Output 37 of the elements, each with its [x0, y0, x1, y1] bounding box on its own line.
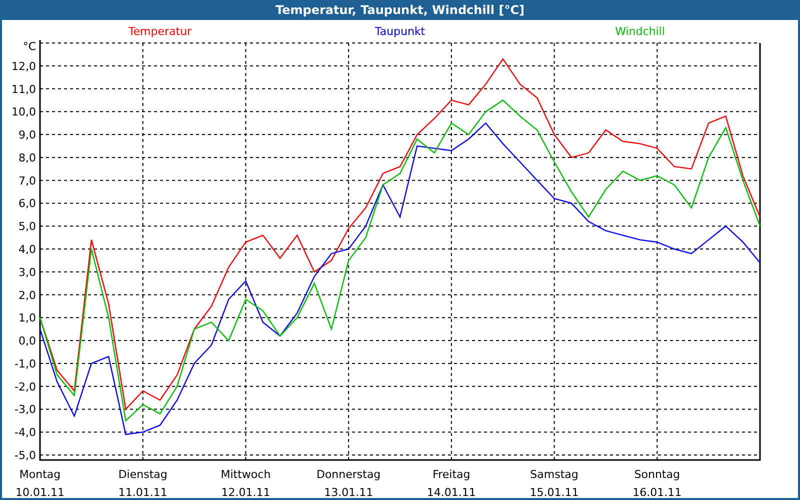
y-tick-label: 4,0	[18, 243, 36, 256]
x-tick-label: Donnerstag	[316, 468, 381, 481]
window-title: Temperatur, Taupunkt, Windchill [°C]	[274, 2, 526, 19]
legend-label: Taupunkt	[374, 25, 426, 38]
date-label: 16.01.11	[632, 486, 682, 498]
unit-label: °C	[22, 40, 36, 53]
x-tick-label: Freitag	[432, 468, 470, 481]
x-tick-label: Montag	[19, 468, 61, 481]
x-tick-label: Mittwoch	[220, 468, 271, 481]
legend-label: Temperatur	[128, 25, 192, 38]
y-tick-label: -1,0	[14, 357, 36, 370]
y-tick-label: 12,0	[12, 60, 36, 73]
y-tick-label: 6,0	[18, 197, 36, 210]
y-tick-label: 11,0	[12, 82, 36, 96]
y-tick-label: -3,0	[14, 403, 36, 416]
y-tick-label: 7,0	[18, 174, 36, 188]
x-tick-label: Sonntag	[634, 468, 680, 481]
date-label: 15.01.11	[530, 486, 579, 498]
date-label: 13.01.11	[324, 486, 374, 498]
y-tick-label: 5,0	[18, 220, 36, 234]
y-tick-label: -5,0	[14, 449, 36, 462]
legend-label: Windchill	[615, 25, 665, 38]
x-tick-label: Samstag	[530, 468, 578, 481]
y-tick-label: 0,0	[18, 334, 36, 348]
date-label: 11.01.11	[118, 486, 168, 498]
y-tick-label: 3,0	[18, 266, 36, 279]
y-tick-label: 8,0	[18, 151, 36, 164]
date-label: 12.01.11	[221, 486, 270, 498]
date-label: 10.01.11	[16, 486, 64, 498]
date-label: 14.01.11	[426, 486, 476, 498]
y-tick-label: 2,0	[18, 288, 36, 302]
y-tick-label: -2,0	[14, 380, 36, 394]
x-tick-label: Dienstag	[118, 468, 168, 481]
y-tick-label: 10,0	[12, 106, 36, 119]
y-tick-label: -4,0	[14, 426, 36, 440]
y-tick-label: 1,0	[18, 312, 36, 325]
y-tick-label: 9,0	[18, 128, 36, 142]
